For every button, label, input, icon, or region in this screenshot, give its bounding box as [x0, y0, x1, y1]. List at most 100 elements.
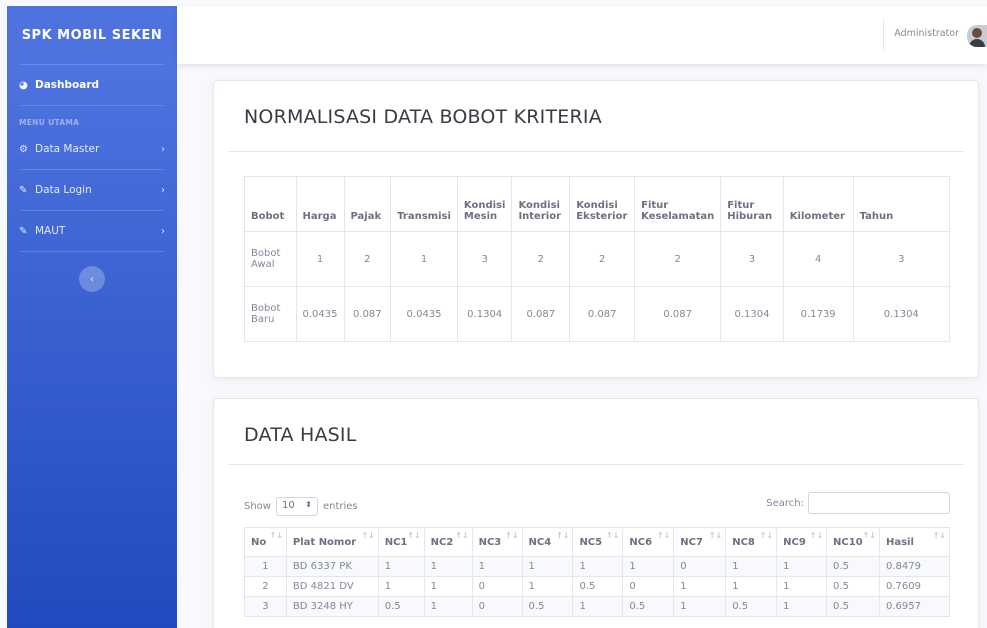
- brand[interactable]: SPK MOBIL SEKEN: [7, 6, 177, 64]
- sort-icon: ↑↓: [361, 531, 375, 540]
- column-header-nc3[interactable]: NC3 ↑↓: [471, 527, 523, 557]
- sidebar-heading: MENU UTAMA: [19, 118, 80, 127]
- column-header-nc5[interactable]: NC5 ↑↓: [572, 527, 624, 557]
- column-header: Fitur Hiburan: [720, 176, 784, 232]
- table-cell: 1: [244, 556, 287, 577]
- sidebar-item-label: Dashboard: [35, 79, 100, 91]
- dashboard-icon: ◕: [19, 79, 28, 91]
- chevron-left-icon: ‹: [90, 273, 94, 285]
- table-cell: 0.6957: [878, 596, 951, 617]
- sort-icon: ↑↓: [455, 531, 469, 540]
- column-header: Tahun: [852, 176, 951, 232]
- entries-length: Show 10 ⬍ entries: [244, 497, 358, 516]
- table-cell: 2: [569, 231, 636, 287]
- table-row: Bobot Awal 1 2 1 3 2 2 2 3 4 3: [244, 231, 951, 287]
- search-input[interactable]: [808, 492, 950, 514]
- table-row: 1 BD 6337 PK 1 1 1 1 1 1 0 1 1 0.5 0.847…: [244, 556, 951, 577]
- column-header-hasil[interactable]: Hasil ↑↓: [878, 527, 951, 557]
- table-cell: 0: [471, 576, 523, 597]
- sidebar-item-maut[interactable]: ✎ MAUT ›: [7, 211, 177, 251]
- table-cell: 1: [423, 596, 473, 617]
- show-label: Show: [244, 501, 271, 512]
- hasil-title: DATA HASIL: [244, 424, 357, 446]
- sidebar-toggle-button[interactable]: ‹: [79, 266, 105, 292]
- table-row: Bobot Baru 0.0435 0.087 0.0435 0.1304 0.…: [244, 286, 951, 342]
- table-cell: 0: [471, 596, 523, 617]
- column-header: Fitur Keselamatan: [634, 176, 722, 232]
- table-cell: 0.5: [521, 596, 574, 617]
- sort-icon: ↑↓: [605, 531, 620, 540]
- table-cell: 0.8479: [878, 556, 951, 577]
- column-header-nc8[interactable]: NC8 ↑↓: [725, 527, 778, 557]
- select-arrow-icon: ⬍: [305, 500, 312, 509]
- sidebar-item-data-login[interactable]: ✎ Data Login ›: [7, 170, 177, 210]
- user-name[interactable]: Administrator: [894, 28, 959, 39]
- column-header-nc10[interactable]: NC10 ↑↓: [826, 527, 880, 557]
- table-cell: 0.5: [572, 576, 624, 597]
- table-header-row: No ↑↓ Plat Nomor ↑↓ NC1 ↑↓ NC2 ↑↓ NC3 ↑↓ NC4 ↑…: [244, 527, 951, 557]
- table-cell: 3: [456, 231, 513, 287]
- gear-icon: ⚙: [19, 143, 28, 155]
- datatable-controls: Show 10 ⬍ entries Search:: [244, 492, 950, 516]
- table-cell: 1: [295, 231, 345, 287]
- sort-icon: ↑↓: [556, 531, 570, 540]
- search-box: Search:: [766, 492, 950, 514]
- normalisasi-title: NORMALISASI DATA BOBOT KRITERIA: [244, 106, 602, 128]
- table-cell: 0.0435: [390, 286, 458, 342]
- table-cell: 0.1304: [852, 286, 951, 342]
- table-cell: 1: [622, 556, 675, 577]
- column-header-nc2[interactable]: NC2 ↑↓: [423, 527, 473, 557]
- sort-icon: ↑↓: [759, 531, 774, 540]
- table-cell: 1: [471, 556, 523, 577]
- table-cell: 1: [377, 556, 425, 577]
- column-header-nc4[interactable]: NC4 ↑↓: [521, 527, 574, 557]
- hasil-table: No ↑↓ Plat Nomor ↑↓ NC1 ↑↓ NC2 ↑↓ NC3 ↑↓ NC4 ↑…: [244, 527, 951, 617]
- sort-icon: ↑↓: [656, 531, 671, 540]
- table-cell: 0: [673, 556, 727, 577]
- sort-icon: ↑↓: [407, 531, 421, 540]
- table-cell: 2: [343, 231, 392, 287]
- table-cell: 1: [390, 231, 458, 287]
- column-header-nc6[interactable]: NC6 ↑↓: [622, 527, 675, 557]
- column-header-nc7[interactable]: NC7 ↑↓: [673, 527, 727, 557]
- table-cell: 0.1304: [456, 286, 513, 342]
- table-cell: 1: [572, 556, 624, 577]
- column-header-nc1[interactable]: NC1 ↑↓: [377, 527, 425, 557]
- table-cell: 0.5: [826, 556, 880, 577]
- table-cell: 1: [423, 556, 473, 577]
- table-cell: 1: [725, 556, 778, 577]
- search-label: Search:: [766, 497, 804, 509]
- table-cell: 0.5: [826, 596, 880, 617]
- normalisasi-table: Bobot Harga Pajak Transmisi Kondisi Mesi…: [244, 176, 951, 342]
- column-header-no[interactable]: No ↑↓: [244, 527, 287, 557]
- table-cell: 1: [521, 556, 574, 577]
- column-header: Pajak: [343, 176, 392, 232]
- sort-icon: ↑↓: [809, 531, 824, 540]
- table-cell: 2: [244, 576, 287, 597]
- sidebar: SPK MOBIL SEKEN ◕ Dashboard MENU UTAMA ⚙…: [7, 6, 177, 628]
- sort-icon: ↑↓: [862, 531, 876, 540]
- entries-select[interactable]: 10 ⬍: [275, 497, 318, 516]
- table-header-row: Bobot Harga Pajak Transmisi Kondisi Mesi…: [244, 176, 951, 232]
- table-cell: 0.5: [725, 596, 778, 617]
- avatar-body: [969, 39, 985, 47]
- sidebar-item-data-master[interactable]: ⚙ Data Master ›: [7, 129, 177, 169]
- column-header-nc9[interactable]: NC9 ↑↓: [776, 527, 828, 557]
- table-cell: 3: [852, 231, 951, 287]
- table-cell: 3: [720, 231, 784, 287]
- table-cell: Bobot Awal: [244, 231, 297, 287]
- avatar[interactable]: [967, 25, 987, 47]
- table-cell: 0.7609: [878, 576, 951, 597]
- table-cell: 1: [776, 576, 828, 597]
- avatar-head: [972, 28, 982, 38]
- table-cell: 1: [572, 596, 624, 617]
- table-cell: 0.087: [511, 286, 571, 342]
- table-cell: 1: [776, 596, 828, 617]
- sidebar-item-dashboard[interactable]: ◕ Dashboard: [7, 65, 177, 105]
- column-header-plat[interactable]: Plat Nomor ↑↓: [285, 527, 379, 557]
- table-cell: 2: [511, 231, 571, 287]
- table-cell: 3: [244, 596, 287, 617]
- card-divider: [228, 151, 964, 152]
- sort-icon: ↑↓: [708, 531, 723, 540]
- table-cell: 1: [377, 576, 425, 597]
